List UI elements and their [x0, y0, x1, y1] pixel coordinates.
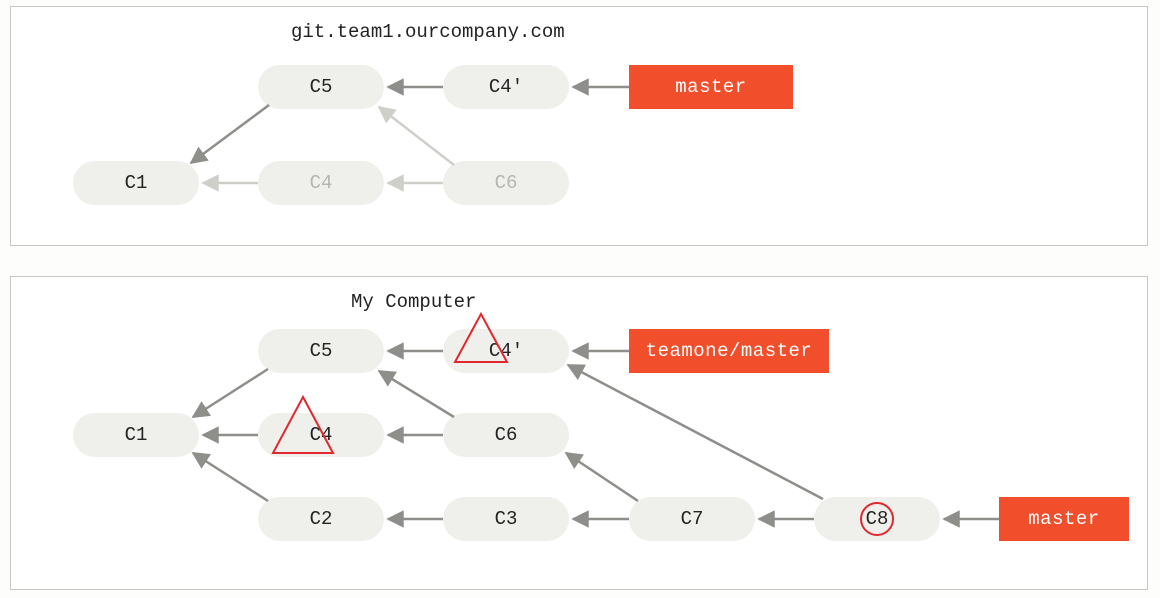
remote-node-c1: C1 — [73, 161, 199, 205]
local-branch-teamone-master: teamone/master — [629, 329, 829, 373]
node-label: C4 — [310, 172, 333, 194]
node-label: C4' — [489, 340, 523, 362]
local-node-c7: C7 — [629, 497, 755, 541]
node-label: C7 — [681, 508, 704, 530]
node-label: C8 — [866, 508, 889, 530]
branch-label: teamone/master — [646, 340, 813, 362]
branch-label: master — [675, 76, 746, 98]
local-node-c2: C2 — [258, 497, 384, 541]
node-label: C4 — [310, 424, 333, 446]
node-label: C4' — [489, 76, 523, 98]
local-node-c5: C5 — [258, 329, 384, 373]
node-label: C1 — [125, 172, 148, 194]
node-label: C1 — [125, 424, 148, 446]
remote-node-c4: C4 — [258, 161, 384, 205]
node-label: C5 — [310, 340, 333, 362]
node-label: C6 — [495, 172, 518, 194]
local-node-c4p: C4' — [443, 329, 569, 373]
node-label: C5 — [310, 76, 333, 98]
remote-branch-master: master — [629, 65, 793, 109]
local-node-c1: C1 — [73, 413, 199, 457]
remote-node-c5: C5 — [258, 65, 384, 109]
node-label: C6 — [495, 424, 518, 446]
local-title: My Computer — [351, 291, 476, 313]
local-node-c8: C8 — [814, 497, 940, 541]
node-label: C2 — [310, 508, 333, 530]
local-node-c4: C4 — [258, 413, 384, 457]
remote-node-c6: C6 — [443, 161, 569, 205]
remote-panel: git.team1.ourcompany.com C5 C4' master C… — [10, 6, 1148, 246]
node-label: C3 — [495, 508, 518, 530]
remote-title: git.team1.ourcompany.com — [291, 21, 565, 43]
branch-label: master — [1028, 508, 1099, 530]
local-branch-master: master — [999, 497, 1129, 541]
local-node-c3: C3 — [443, 497, 569, 541]
local-panel: My Computer C5 C4' teamone/master C1 C4 … — [10, 276, 1148, 590]
local-node-c6: C6 — [443, 413, 569, 457]
remote-arrows — [11, 7, 1147, 245]
remote-node-c4p: C4' — [443, 65, 569, 109]
